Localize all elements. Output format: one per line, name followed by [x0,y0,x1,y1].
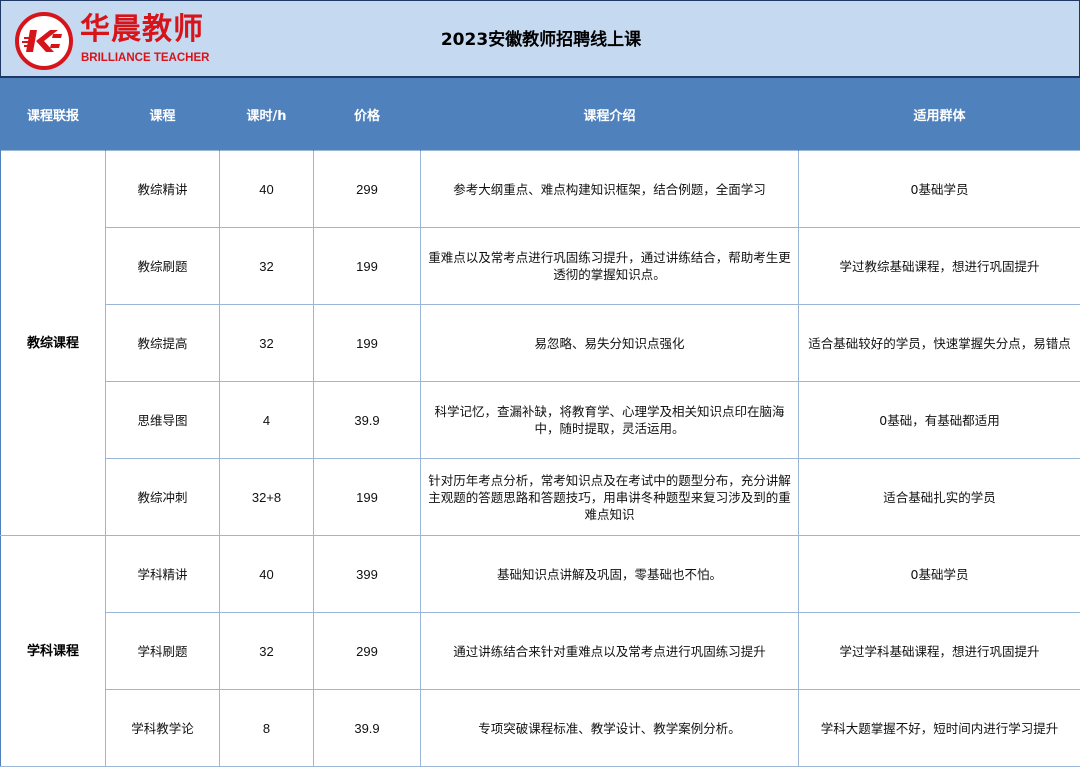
course-hours: 4 [219,381,314,459]
course-hours: 32 [219,304,314,382]
column-header: 课程介绍 [420,78,799,151]
course-price: 39.9 [313,381,421,459]
course-intro: 重难点以及常考点进行巩固练习提升，通过讲练结合，帮助考生更透彻的掌握知识点。 [420,227,799,305]
course-audience: 0基础学员 [798,535,1080,613]
column-header: 课时/h [219,78,314,151]
course-intro: 参考大纲重点、难点构建知识框架，结合例题，全面学习 [420,150,799,228]
course-price: 299 [313,612,421,690]
course-intro: 科学记忆，查漏补缺，将教育学、心理学及相关知识点印在脑海中，随时提取，灵活运用。 [420,381,799,459]
course-audience: 适合基础较好的学员，快速掌握失分点，易错点 [798,304,1080,382]
table-row: 学科教学论 8 39.9 专项突破课程标准、教学设计、教学案例分析。 学科大题掌… [1,689,1080,767]
table-row: 教综课程 教综精讲 40 299 参考大纲重点、难点构建知识框架，结合例题，全面… [0,150,1080,536]
course-price: 299 [313,150,421,228]
course-hours: 32 [219,612,314,690]
course-name: 思维导图 [105,381,220,459]
course-name: 教综冲刺 [105,458,220,536]
course-audience: 适合基础扎实的学员 [798,458,1080,536]
course-name: 学科教学论 [105,689,220,767]
table-row: 教综刷题 32 199 重难点以及常考点进行巩固练习提升，通过讲练结合，帮助考生… [1,227,1080,305]
course-hours: 40 [219,150,314,228]
course-sheet: 华晨教师 BRILLIANCE TEACHER 2023安徽教师招聘线上课 课程… [0,0,1080,770]
course-price: 199 [313,227,421,305]
brand-name-en: BRILLIANCE TEACHER [81,52,210,64]
column-header: 课程 [105,78,220,151]
table-row: 学科课程 学科精讲 40 399 基础知识点讲解及巩固，零基础也不怕。 0基础学… [0,535,1080,767]
page-title: 2023安徽教师招聘线上课 [440,30,642,50]
brand-logo-icon [15,12,73,70]
course-name: 教综提高 [105,304,220,382]
course-name: 学科精讲 [105,535,220,613]
course-audience: 0基础学员 [798,150,1080,228]
group-label: 教综课程 [0,150,106,536]
table-header-row: 课程联报 课程 课时/h 价格 课程介绍 适用群体 [0,78,1080,151]
course-intro: 通过讲练结合来针对重难点以及常考点进行巩固练习提升 [420,612,799,690]
course-intro: 专项突破课程标准、教学设计、教学案例分析。 [420,689,799,767]
table-row: 教综提高 32 199 易忽略、易失分知识点强化 适合基础较好的学员，快速掌握失… [1,304,1080,382]
course-price: 199 [313,458,421,536]
course-hours: 8 [219,689,314,767]
column-header: 课程联报 [0,78,106,151]
course-intro: 基础知识点讲解及巩固，零基础也不怕。 [420,535,799,613]
course-name: 学科刷题 [105,612,220,690]
header-bar: 华晨教师 BRILLIANCE TEACHER 2023安徽教师招聘线上课 [0,0,1080,78]
course-table: 课程联报 课程 课时/h 价格 课程介绍 适用群体 教综课程 教综精讲 40 2… [0,78,1080,767]
course-audience: 0基础，有基础都适用 [798,381,1080,459]
course-price: 399 [313,535,421,613]
group-label: 学科课程 [0,535,106,767]
table-row: 学科刷题 32 299 通过讲练结合来针对重难点以及常考点进行巩固练习提升 学过… [1,612,1080,690]
course-audience: 学科大题掌握不好，短时间内进行学习提升 [798,689,1080,767]
column-header: 价格 [313,78,421,151]
table-row: 教综冲刺 32+8 199 针对历年考点分析，常考知识点及在考试中的题型分布，充… [1,458,1080,536]
brand-name-cn: 华晨教师 [80,12,204,47]
course-price: 39.9 [313,689,421,767]
course-hours: 32 [219,227,314,305]
course-audience: 学过教综基础课程，想进行巩固提升 [798,227,1080,305]
course-audience: 学过学科基础课程，想进行巩固提升 [798,612,1080,690]
course-hours: 40 [219,535,314,613]
course-name: 教综精讲 [105,150,220,228]
column-header: 适用群体 [798,78,1080,151]
course-hours: 32+8 [219,458,314,536]
table-row: 思维导图 4 39.9 科学记忆，查漏补缺，将教育学、心理学及相关知识点印在脑海… [1,381,1080,459]
course-price: 199 [313,304,421,382]
course-intro: 针对历年考点分析，常考知识点及在考试中的题型分布，充分讲解主观题的答题思路和答题… [420,458,799,536]
course-intro: 易忽略、易失分知识点强化 [420,304,799,382]
course-name: 教综刷题 [105,227,220,305]
